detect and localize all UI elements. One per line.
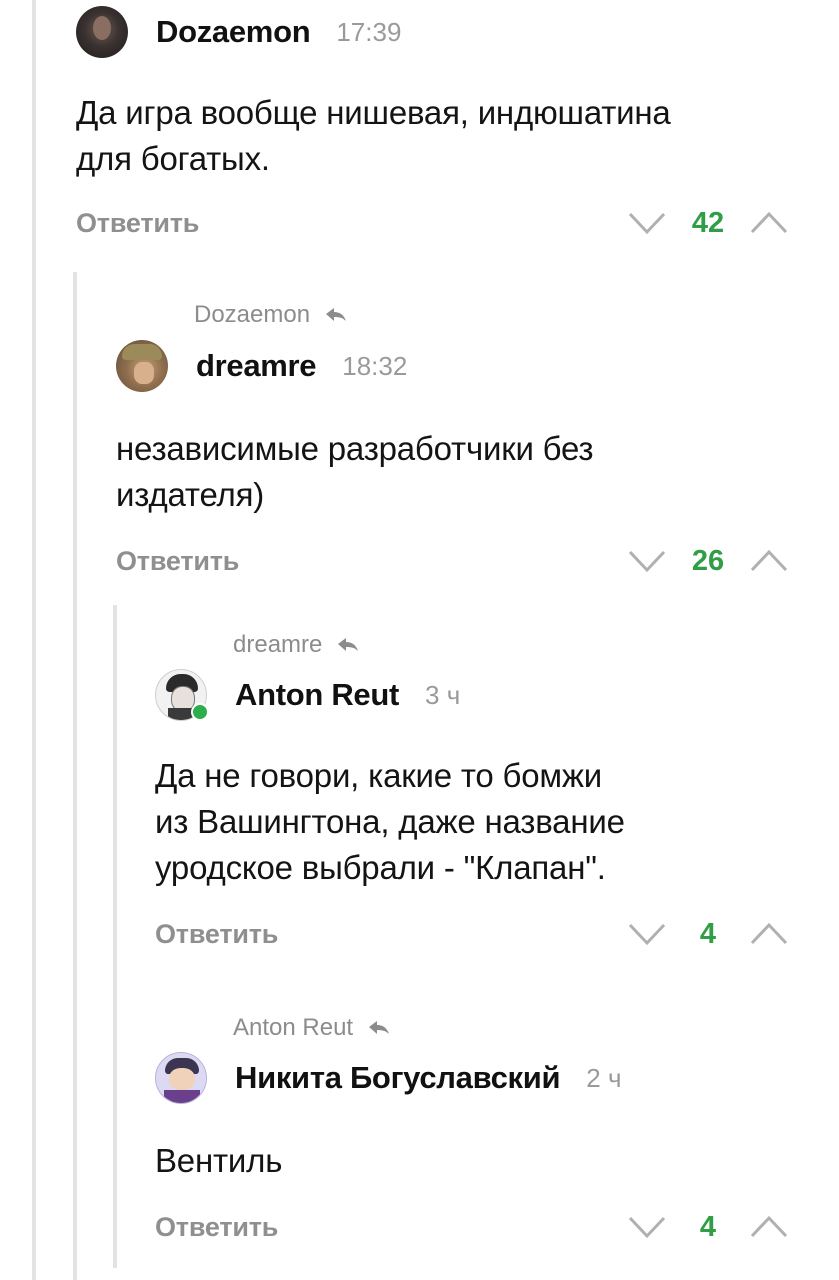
vote-controls: 4 (627, 1211, 789, 1244)
upvote-icon[interactable] (749, 210, 789, 236)
avatar[interactable] (116, 340, 168, 392)
vote-controls: 26 (627, 545, 789, 578)
reply-to-link[interactable]: Anton Reut (233, 1013, 789, 1043)
vote-controls: 4 (627, 918, 789, 951)
reply-to-link[interactable]: dreamre (233, 630, 789, 660)
comment-text: Вентиль (155, 1142, 283, 1179)
comment-actions: Ответить 4 (155, 909, 789, 959)
comment-dreamre: Dozaemon dreamre 18:32 независимые разра… (116, 300, 789, 586)
comment-header: dreamre 18:32 (116, 336, 789, 396)
reply-button[interactable]: Ответить (76, 208, 199, 239)
comment-nikita: Anton Reut Никита Богуславский 2 ч Венти… (155, 1013, 789, 1252)
score: 26 (691, 544, 725, 577)
comment-header: Anton Reut 3 ч (155, 665, 789, 725)
comment-text: Да не говори, какие то бомжи из Вашингто… (155, 757, 625, 886)
upvote-icon[interactable] (749, 548, 789, 574)
vote-controls: 42 (627, 207, 789, 240)
reply-to-username: dreamre (233, 631, 323, 658)
avatar[interactable] (155, 1052, 207, 1104)
comment-text: Да игра вообще нишевая, индюшатина для б… (76, 94, 671, 177)
comment-actions: Ответить 4 (155, 1202, 789, 1252)
avatar[interactable] (76, 6, 128, 58)
reply-to-username: Anton Reut (233, 1014, 354, 1041)
score: 42 (691, 206, 725, 239)
thread-line-level-1 (73, 272, 77, 1280)
reply-button[interactable]: Ответить (155, 1212, 278, 1243)
online-indicator (191, 703, 209, 721)
upvote-icon[interactable] (749, 921, 789, 947)
comment-time: 17:39 (336, 16, 402, 47)
comment-text: независимые разработчики без издателя) (116, 430, 594, 513)
downvote-icon[interactable] (627, 210, 667, 236)
username[interactable]: Dozaemon (156, 14, 311, 50)
downvote-icon[interactable] (627, 548, 667, 574)
reply-button[interactable]: Ответить (116, 546, 239, 577)
comment-header: Никита Богуславский 2 ч (155, 1048, 789, 1108)
avatar[interactable] (155, 669, 209, 721)
comment-header: Dozaemon 17:39 (76, 2, 789, 62)
comment-time: 18:32 (342, 350, 408, 381)
comment-dozaemon: Dozaemon 17:39 Да игра вообще нишевая, и… (76, 2, 789, 248)
upvote-icon[interactable] (749, 1214, 789, 1240)
downvote-icon[interactable] (627, 1214, 667, 1240)
score: 4 (699, 1210, 717, 1243)
downvote-icon[interactable] (627, 921, 667, 947)
score: 4 (699, 917, 717, 950)
username[interactable]: Anton Reut (235, 677, 399, 713)
reply-arrow-icon (369, 1021, 390, 1034)
reply-arrow-icon (326, 308, 347, 321)
comment-actions: Ответить 42 (76, 198, 789, 248)
comment-time: 3 ч (425, 679, 461, 710)
comment-time: 2 ч (586, 1062, 622, 1093)
username[interactable]: Никита Богуславский (235, 1060, 561, 1096)
comment-anton-reut: dreamre Anton Reut 3 ч Да не говори, как… (155, 630, 789, 959)
reply-arrow-icon (338, 638, 359, 651)
reply-button[interactable]: Ответить (155, 919, 278, 950)
username[interactable]: dreamre (196, 348, 317, 384)
thread-line-level-2 (113, 605, 117, 1268)
reply-to-username: Dozaemon (194, 301, 311, 328)
reply-to-link[interactable]: Dozaemon (194, 300, 789, 330)
comment-actions: Ответить 26 (116, 536, 789, 586)
thread-line-level-0 (32, 0, 36, 1280)
